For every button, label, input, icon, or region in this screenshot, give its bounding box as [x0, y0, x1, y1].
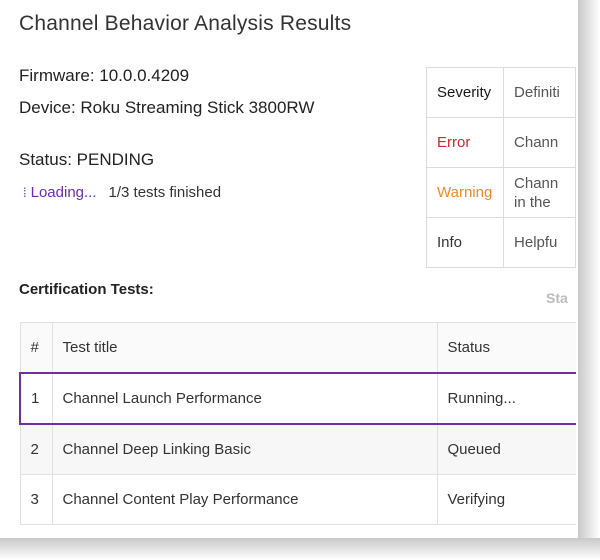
severity-definition: Chann	[503, 117, 576, 168]
test-title: Channel Deep Linking Basic	[51, 423, 438, 475]
test-number: 1	[19, 372, 53, 425]
window-shadow-bottom	[0, 538, 600, 560]
severity-header-row: Severity Definiti	[425, 67, 576, 118]
device-label: Device: Roku Streaming Stick 3800RW	[19, 98, 315, 117]
progress-text: 1/3 tests finished	[108, 184, 222, 201]
severity-header-cell: Severity	[425, 67, 505, 118]
severity-definition: Chann in the	[503, 167, 576, 218]
status-column-header-cut: Sta	[546, 290, 568, 306]
table-row[interactable]: 3 Channel Content Play Performance Verif…	[19, 474, 576, 525]
spinner-icon: ⁞	[23, 185, 27, 200]
tests-header-row: # Test title Status	[19, 322, 576, 374]
firmware-label: Firmware: 10.0.0.4209	[19, 66, 190, 85]
severity-row: Warning Chann in the	[425, 167, 576, 218]
window-shadow-right	[578, 0, 600, 560]
test-status: Running...	[436, 372, 576, 425]
loading-text: Loading...	[30, 184, 97, 201]
column-header-number[interactable]: #	[19, 322, 53, 374]
severity-definition: Helpfu	[503, 217, 576, 268]
severity-row: Error Chann	[425, 117, 576, 168]
page-title: Channel Behavior Analysis Results	[19, 12, 352, 35]
test-status: Queued	[436, 423, 576, 475]
test-number: 3	[19, 474, 53, 525]
test-title: Channel Launch Performance	[51, 372, 438, 425]
table-row[interactable]: 2 Channel Deep Linking Basic Queued	[19, 423, 576, 475]
loading-indicator: ⁞ Loading... 1/3 tests finished	[23, 184, 221, 201]
certification-tests-table: # Test title Status 1 Channel Launch Per…	[19, 322, 576, 525]
severity-info: Info	[425, 217, 505, 268]
severity-row: Info Helpfu	[425, 217, 576, 268]
column-header-title[interactable]: Test title	[51, 322, 438, 374]
table-row[interactable]: 1 Channel Launch Performance Running...	[19, 372, 576, 425]
certification-tests-heading: Certification Tests:	[19, 281, 154, 298]
definition-header-cell: Definiti	[503, 67, 576, 118]
test-title: Channel Content Play Performance	[51, 474, 438, 525]
severity-legend-table: Severity Definiti Error Chann Warning Ch…	[425, 67, 576, 268]
severity-warning: Warning	[425, 167, 505, 218]
test-number: 2	[19, 423, 53, 475]
status-label: Status: PENDING	[19, 150, 155, 169]
severity-error: Error	[425, 117, 505, 168]
results-panel: Channel Behavior Analysis Results Firmwa…	[0, 0, 576, 538]
test-status: Verifying	[436, 474, 576, 525]
column-header-status[interactable]: Status	[436, 322, 576, 374]
